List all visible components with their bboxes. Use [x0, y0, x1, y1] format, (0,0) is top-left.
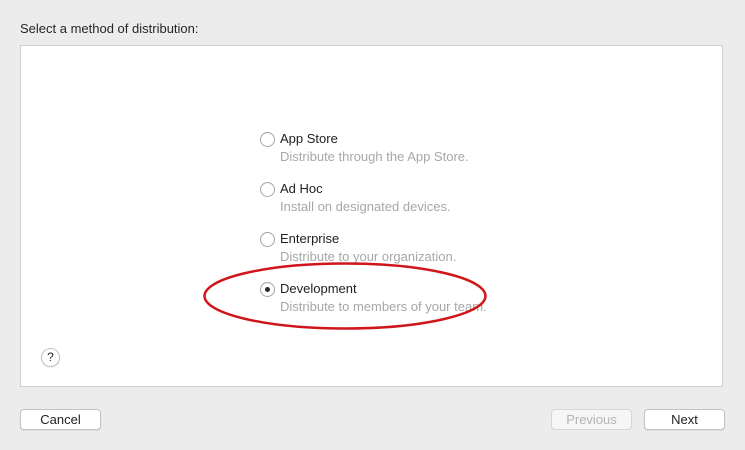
- previous-button: Previous: [551, 409, 632, 430]
- option-enterprise[interactable]: Enterprise Distribute to your organizati…: [260, 230, 520, 270]
- next-button[interactable]: Next: [644, 409, 725, 430]
- option-description-app-store: Distribute through the App Store.: [280, 149, 469, 164]
- distribution-method-panel: App Store Distribute through the App Sto…: [20, 45, 723, 387]
- radio-selected-dot-icon: [265, 287, 270, 292]
- page-heading: Select a method of distribution:: [20, 21, 199, 36]
- help-button[interactable]: ?: [41, 348, 60, 367]
- option-app-store[interactable]: App Store Distribute through the App Sto…: [260, 130, 520, 170]
- radio-button-app-store[interactable]: [260, 132, 275, 147]
- option-label-app-store: App Store: [280, 131, 338, 146]
- option-label-enterprise: Enterprise: [280, 231, 340, 246]
- option-development[interactable]: Development Distribute to members of you…: [260, 280, 520, 320]
- option-description-development: Distribute to members of your team.: [280, 299, 487, 314]
- radio-button-development[interactable]: [260, 282, 275, 297]
- radio-button-ad-hoc[interactable]: [260, 182, 275, 197]
- option-label-development: Development: [280, 281, 357, 296]
- option-ad-hoc[interactable]: Ad Hoc Install on designated devices.: [260, 180, 520, 220]
- radio-button-enterprise[interactable]: [260, 232, 275, 247]
- cancel-button[interactable]: Cancel: [20, 409, 101, 430]
- option-label-ad-hoc: Ad Hoc: [280, 181, 323, 196]
- option-description-enterprise: Distribute to your organization.: [280, 249, 457, 264]
- option-description-ad-hoc: Install on designated devices.: [280, 199, 451, 214]
